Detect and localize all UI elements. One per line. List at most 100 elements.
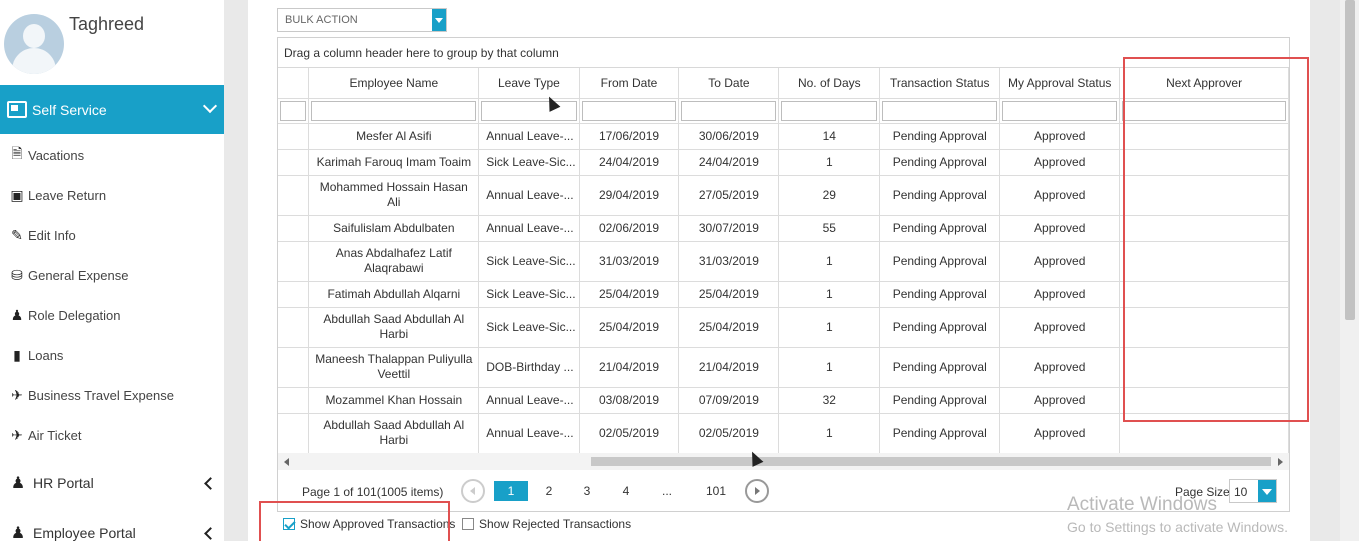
- row-select-cell[interactable]: [278, 149, 310, 176]
- column-header-employee-name[interactable]: Employee Name: [308, 68, 480, 99]
- sidebar-item-leave-return[interactable]: ▣ Leave Return: [0, 175, 224, 215]
- column-header-from-date[interactable]: From Date: [579, 68, 680, 99]
- next-approver-highlight: [1123, 57, 1309, 422]
- filter-cell: [579, 98, 680, 124]
- bulk-action-dropdown[interactable]: BULK ACTION: [277, 8, 447, 32]
- chevron-down-icon[interactable]: [1258, 480, 1276, 502]
- filter-cell: [308, 98, 480, 124]
- filter-cell: [678, 98, 780, 124]
- cell-transaction-status: Pending Approval: [879, 413, 1001, 454]
- show-rejected-toggle[interactable]: Show Rejected Transactions: [462, 516, 631, 532]
- cell-from-date: 02/05/2019: [579, 413, 680, 454]
- sidebar-item-employee-portal[interactable]: ♟ Employee Portal: [0, 508, 224, 541]
- sidebar-item-label: Vacations: [28, 147, 85, 163]
- sidebar-item-label: HR Portal: [33, 475, 94, 491]
- file-icon: ▮: [13, 346, 21, 363]
- activate-windows-subtitle: Go to Settings to activate Windows.: [1067, 519, 1288, 535]
- column-header-transaction-status[interactable]: Transaction Status: [879, 68, 1001, 99]
- cell-to-date: 27/05/2019: [678, 175, 780, 216]
- page-ellipsis[interactable]: ...: [650, 481, 684, 501]
- cell-employee-name: Maneesh Thalappan Puliyulla Veettil: [308, 347, 480, 388]
- plane-icon: ✈: [11, 426, 23, 443]
- filter-input[interactable]: [280, 100, 307, 121]
- cell-employee-name: Fatimah Abdullah Alqarni: [308, 281, 480, 308]
- filter-input[interactable]: [581, 100, 677, 121]
- cell-leave-type: Annual Leave-...: [478, 215, 580, 242]
- page-scrollbar-thumb[interactable]: [1345, 0, 1355, 320]
- page-size-value: 10: [1234, 485, 1248, 499]
- row-select-cell[interactable]: [278, 387, 310, 414]
- page-button-3[interactable]: 3: [570, 481, 604, 501]
- filter-input[interactable]: [1002, 100, 1118, 121]
- sidebar-item-air-ticket[interactable]: ✈ Air Ticket: [0, 415, 224, 455]
- cell-to-date: 25/04/2019: [678, 281, 780, 308]
- cell-transaction-status: Pending Approval: [879, 215, 1001, 242]
- column-header-leave-type[interactable]: Leave Type: [478, 68, 580, 99]
- scroll-left-icon[interactable]: [284, 458, 289, 466]
- filter-input[interactable]: [882, 100, 998, 121]
- group-by-hint: Drag a column header here to group by th…: [284, 46, 559, 60]
- previous-page-button[interactable]: [461, 479, 485, 503]
- sidebar-item-vacations[interactable]: 🗎 Vacations: [0, 135, 224, 175]
- sidebar-item-business-travel-expense[interactable]: ✈ Business Travel Expense: [0, 375, 224, 415]
- sidebar-item-loans[interactable]: ▮ Loans: [0, 335, 224, 375]
- cell-to-date: 30/06/2019: [678, 123, 780, 150]
- cell-my-approval-status: Approved: [999, 387, 1121, 414]
- cell-no-of-days: 1: [778, 149, 881, 176]
- users-icon: ♟: [10, 475, 26, 492]
- horizontal-scrollbar-thumb[interactable]: [591, 457, 1271, 466]
- row-select-cell[interactable]: [278, 347, 310, 388]
- avatar-head-shape: [23, 24, 45, 48]
- avatar[interactable]: [4, 14, 64, 74]
- cell-my-approval-status: Approved: [999, 413, 1121, 454]
- column-header-no-of-days[interactable]: No. of Days: [778, 68, 881, 99]
- page-size-select[interactable]: 10: [1229, 479, 1277, 503]
- row-select-cell[interactable]: [278, 241, 310, 282]
- document-icon: 🗎: [11, 145, 23, 161]
- menu-self-service-label: Self Service: [32, 101, 107, 118]
- page-button-1[interactable]: 1: [494, 481, 528, 501]
- cell-leave-type: Sick Leave-Sic...: [478, 241, 580, 282]
- chevron-down-icon[interactable]: [432, 9, 446, 31]
- filter-cell: [278, 98, 310, 124]
- row-select-cell[interactable]: [278, 413, 310, 454]
- cell-from-date: 17/06/2019: [579, 123, 680, 150]
- filter-input[interactable]: [781, 100, 878, 121]
- filter-input[interactable]: [681, 100, 777, 121]
- cell-my-approval-status: Approved: [999, 215, 1121, 242]
- chevron-down-icon: [202, 98, 218, 114]
- row-select-cell[interactable]: [278, 175, 310, 216]
- show-rejected-checkbox[interactable]: [462, 518, 474, 530]
- row-select-cell[interactable]: [278, 307, 310, 348]
- page-button-4[interactable]: 4: [609, 481, 643, 501]
- menu-self-service[interactable]: Self Service: [0, 85, 224, 134]
- sidebar-item-role-delegation[interactable]: ♟ Role Delegation: [0, 295, 224, 335]
- cell-transaction-status: Pending Approval: [879, 241, 1001, 282]
- user-name: Taghreed: [69, 14, 145, 34]
- horizontal-scrollbar[interactable]: [278, 453, 1289, 470]
- filter-cell: [478, 98, 580, 124]
- cell-transaction-status: Pending Approval: [879, 347, 1001, 388]
- scroll-right-icon[interactable]: [1278, 458, 1283, 466]
- sidebar-item-label: Employee Portal: [33, 525, 136, 541]
- row-select-cell[interactable]: [278, 215, 310, 242]
- show-approved-highlight: [259, 501, 450, 541]
- sidebar-item-hr-portal[interactable]: ♟ HR Portal: [0, 458, 224, 508]
- sidebar-item-general-expense[interactable]: ⛁ General Expense: [0, 255, 224, 295]
- filter-input[interactable]: [481, 100, 577, 121]
- page-scrollbar[interactable]: [1340, 0, 1359, 541]
- cell-no-of-days: 1: [778, 281, 881, 308]
- column-header-to-date[interactable]: To Date: [678, 68, 780, 99]
- row-select-cell[interactable]: [278, 123, 310, 150]
- row-select-cell[interactable]: [278, 281, 310, 308]
- filter-input[interactable]: [311, 100, 477, 121]
- cell-employee-name: Karimah Farouq Imam Toaim: [308, 149, 480, 176]
- page-button-last[interactable]: 101: [699, 481, 733, 501]
- cell-transaction-status: Pending Approval: [879, 175, 1001, 216]
- sidebar-item-edit-info[interactable]: ✎ Edit Info: [0, 215, 224, 255]
- page-button-2[interactable]: 2: [532, 481, 566, 501]
- cell-employee-name: Abdullah Saad Abdullah Al Harbi: [308, 413, 480, 454]
- next-page-button[interactable]: [745, 479, 769, 503]
- column-header-my-approval-status[interactable]: My Approval Status: [999, 68, 1121, 99]
- column-header-select[interactable]: [278, 68, 310, 99]
